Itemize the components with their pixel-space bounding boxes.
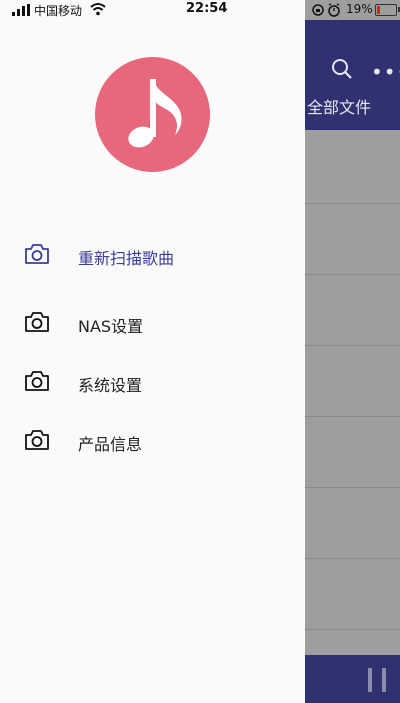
search-icon[interactable]: [331, 58, 353, 80]
menu-rescan-songs[interactable]: 重新扫描歌曲: [0, 234, 305, 278]
music-note-logo: [95, 57, 210, 172]
camera-icon: [25, 430, 49, 450]
status-bar: 中国移动 22:54 19%: [0, 0, 400, 20]
list-divider: [305, 416, 400, 417]
navigation-drawer: 重新扫描歌曲 NAS设置 系统设置 产品信息: [0, 20, 305, 703]
list-divider: [305, 345, 400, 346]
music-note-icon: [128, 79, 182, 148]
battery-icon: [375, 4, 400, 16]
menu-label: 产品信息: [78, 435, 143, 454]
camera-icon: [25, 244, 49, 264]
list-divider: [305, 487, 400, 488]
menu-label: 系统设置: [78, 376, 143, 395]
menu-label: 重新扫描歌曲: [78, 249, 175, 268]
list-divider: [305, 629, 400, 630]
list-divider: [305, 558, 400, 559]
status-time: 22:54: [186, 1, 228, 16]
battery-percent: 19%: [346, 2, 373, 16]
tab-all-files[interactable]: 全部文件: [307, 94, 371, 118]
camera-icon: [25, 371, 49, 391]
pause-icon[interactable]: [368, 668, 388, 692]
menu-system-settings[interactable]: 系统设置: [0, 361, 305, 405]
list-divider: [305, 274, 400, 275]
carrier-name: 中国移动: [34, 4, 83, 18]
more-options-icon[interactable]: •••: [371, 60, 400, 84]
menu-label: NAS设置: [78, 317, 144, 336]
menu-product-info[interactable]: 产品信息: [0, 420, 305, 464]
menu-nas-settings[interactable]: NAS设置: [0, 302, 305, 346]
signal-icon: [12, 4, 30, 16]
wifi-icon: [90, 3, 106, 16]
lock-rotation-alarm-icon: [312, 3, 340, 17]
camera-icon: [25, 312, 49, 332]
list-divider: [305, 203, 400, 204]
